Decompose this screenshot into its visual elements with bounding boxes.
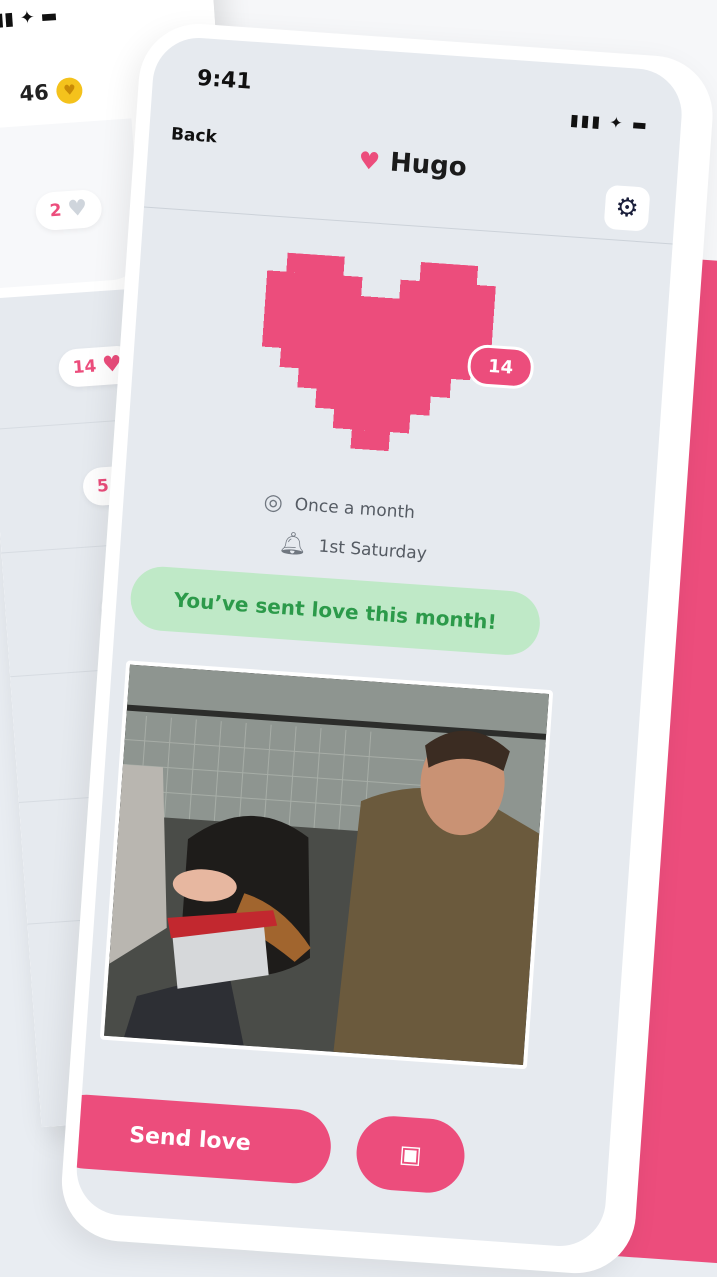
partner-detail-screen: 9:41 ▮▮▮ ✦ ▬ Back ♥ Hugo ⚙ 14 ◎ Once a m…: [73, 34, 685, 1250]
photo-content: [104, 664, 549, 1066]
love-sent-banner: You’ve sent love this month!: [128, 564, 542, 658]
heart-count-badge: 14: [466, 343, 536, 391]
heart-coin-icon: ♥: [55, 76, 84, 105]
front-phone: 9:41 ▮▮▮ ✦ ▬ Back ♥ Hugo ⚙ 14 ◎ Once a m…: [57, 20, 717, 1277]
coin-count: 46: [18, 80, 50, 107]
status-time: 9:41: [196, 65, 253, 95]
gear-icon: ⚙: [614, 192, 640, 225]
gift-button[interactable]: ▣: [354, 1113, 467, 1196]
pixel-heart-icon: [261, 252, 496, 452]
partner-count: 2: [49, 200, 63, 222]
send-love-button[interactable]: Send love: [73, 1092, 334, 1186]
partner-photo[interactable]: [99, 660, 554, 1070]
nav-divider: [143, 206, 673, 245]
gift-box-icon: ▣: [398, 1139, 423, 1170]
status-bar: ▮▮ ✦ ▬: [0, 5, 59, 31]
heart-icon: ♥: [357, 146, 382, 176]
frequency-row: ◎ Once a month: [263, 490, 416, 526]
partner-count-pill[interactable]: 2 ♥: [34, 188, 103, 232]
partner-count: 14: [72, 356, 98, 379]
partner-name: Hugo: [388, 147, 468, 183]
frequency-label: Once a month: [294, 494, 416, 523]
top-card: 2 ♥: [0, 118, 143, 290]
target-icon: ◎: [262, 489, 284, 516]
coin-balance: 46 ♥: [18, 76, 84, 107]
settings-button[interactable]: ⚙: [603, 184, 651, 232]
photo-illustration: [104, 664, 549, 1066]
half-heart-icon: ♥: [66, 195, 89, 223]
page-title: ♥ Hugo: [147, 131, 678, 198]
reminder-label: 1st Saturday: [317, 536, 428, 564]
bell-icon: 🔔︎: [277, 530, 308, 558]
status-icons: ▮▮▮ ✦ ▬: [569, 110, 650, 135]
reminder-row: 🔔︎ 1st Saturday: [278, 531, 428, 566]
partner-count: 5: [96, 475, 110, 497]
